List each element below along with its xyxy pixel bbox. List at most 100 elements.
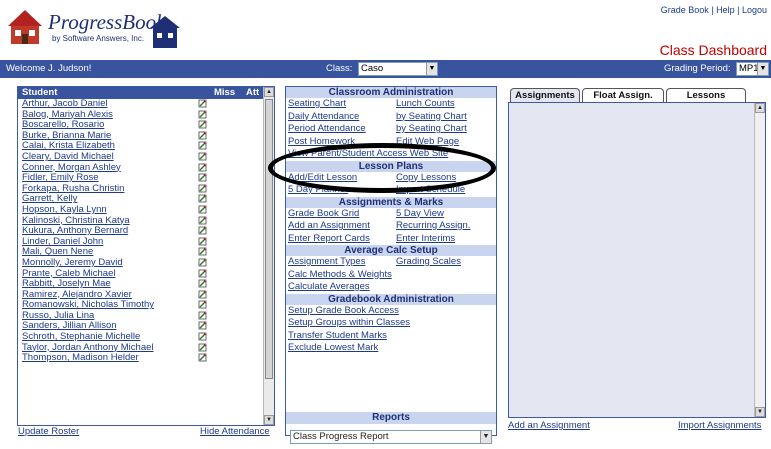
- student-name-link[interactable]: Monnolly, Jeremy David: [22, 257, 123, 269]
- pencil-icon[interactable]: [198, 173, 207, 182]
- classroom-admin-header: Classroom Administration: [286, 87, 496, 98]
- admin-link[interactable]: Setup Grade Book Access: [288, 305, 399, 318]
- pencil-icon[interactable]: [198, 247, 207, 256]
- add-assignment-link[interactable]: Add an Assignment: [508, 420, 590, 431]
- admin-link-row: Post Homework Edit Web Page: [286, 136, 496, 149]
- assignments-scrollbar[interactable]: ▲ ▼: [754, 103, 765, 417]
- pencil-icon[interactable]: [198, 269, 207, 278]
- scrollbar-thumb[interactable]: [265, 99, 273, 379]
- admin-link[interactable]: Lunch Counts: [396, 98, 455, 111]
- admin-link-row: Add/Edit Lesson Copy Lessons: [286, 172, 496, 185]
- admin-link-row: View Parent/Student Access Web Site: [286, 148, 496, 161]
- student-name-link[interactable]: Arthur, Jacob Daniel: [22, 98, 108, 110]
- scroll-up-icon[interactable]: ▲: [755, 103, 765, 113]
- admin-link[interactable]: Grading Scales: [396, 256, 461, 269]
- admin-link[interactable]: by Seating Chart: [396, 123, 467, 136]
- pencil-icon[interactable]: [198, 131, 207, 140]
- pencil-icon[interactable]: [198, 279, 207, 288]
- pencil-icon[interactable]: [198, 290, 207, 299]
- admin-link[interactable]: Post Homework: [288, 136, 355, 149]
- admin-link[interactable]: 5 Day Planner: [288, 184, 348, 197]
- student-column-header: Student: [22, 87, 58, 98]
- tab-float-assign[interactable]: Float Assign.: [582, 88, 664, 102]
- pencil-icon[interactable]: [198, 120, 207, 129]
- logout-link[interactable]: Logou: [742, 5, 767, 15]
- admin-link[interactable]: Add/Edit Lesson: [288, 172, 357, 185]
- class-select[interactable]: Caso ▼: [358, 62, 438, 76]
- admin-link-row: Setup Grade Book Access: [286, 305, 496, 318]
- scroll-down-icon[interactable]: ▼: [264, 415, 274, 425]
- pencil-icon[interactable]: [198, 311, 207, 320]
- admin-link[interactable]: by Seating Chart: [396, 111, 467, 124]
- scroll-up-icon[interactable]: ▲: [264, 87, 274, 97]
- student-name-link[interactable]: Cleary, David Michael: [22, 151, 114, 163]
- pencil-icon[interactable]: [198, 343, 207, 352]
- admin-link[interactable]: Import Schedule: [396, 184, 465, 197]
- schoolhouse-icon: [8, 10, 42, 44]
- admin-link-row: 5 Day Planner Import Schedule: [286, 184, 496, 197]
- student-name-link[interactable]: Thompson, Madison Helder: [22, 353, 139, 364]
- grading-period-label: Grading Period:: [664, 63, 731, 74]
- update-roster-link[interactable]: Update Roster: [18, 426, 79, 437]
- lesson-plans-links: Add/Edit Lesson Copy Lessons 5 Day Planner…: [286, 172, 496, 197]
- chevron-down-icon: ▼: [480, 431, 491, 443]
- pencil-icon[interactable]: [198, 184, 207, 193]
- pencil-icon[interactable]: [198, 332, 207, 341]
- hide-attendance-link[interactable]: Hide Attendance: [200, 426, 270, 437]
- admin-link[interactable]: Enter Interims: [396, 233, 455, 246]
- pencil-icon[interactable]: [198, 300, 207, 309]
- assignments-tab-body: ▲ ▼: [508, 102, 766, 418]
- admin-link[interactable]: Add an Assignment: [288, 220, 370, 233]
- pencil-icon[interactable]: [198, 258, 207, 267]
- admin-link-row: Transfer Student Marks: [286, 330, 496, 343]
- scroll-down-icon[interactable]: ▼: [755, 407, 765, 417]
- pencil-icon[interactable]: [198, 99, 207, 108]
- admin-link[interactable]: Edit Web Page: [396, 136, 459, 149]
- pencil-icon[interactable]: [198, 194, 207, 203]
- admin-link[interactable]: Seating Chart: [288, 98, 346, 111]
- pencil-icon[interactable]: [198, 237, 207, 246]
- admin-link-row: Calc Methods & Weights: [286, 269, 496, 282]
- class-label: Class:: [326, 63, 353, 74]
- admin-link-row: Assignment Types Grading Scales: [286, 256, 496, 269]
- admin-link[interactable]: Grade Book Grid: [288, 208, 359, 221]
- tab-lessons[interactable]: Lessons: [666, 88, 746, 102]
- admin-link[interactable]: Transfer Student Marks: [288, 330, 387, 343]
- admin-link[interactable]: Setup Groups within Classes: [288, 317, 410, 330]
- admin-link[interactable]: Exclude Lowest Mark: [288, 342, 378, 355]
- grading-period-select[interactable]: MP1 ▼: [736, 62, 769, 76]
- import-assignments-link[interactable]: Import Assignments: [678, 420, 761, 431]
- admin-link[interactable]: Daily Attendance: [288, 111, 359, 124]
- pencil-icon[interactable]: [198, 110, 207, 119]
- pencil-icon[interactable]: [198, 205, 207, 214]
- gradebook-link[interactable]: Grade Book: [661, 5, 709, 15]
- pencil-icon[interactable]: [198, 321, 207, 330]
- admin-link[interactable]: Period Attendance: [288, 123, 366, 136]
- admin-link[interactable]: Copy Lessons: [396, 172, 456, 185]
- help-link[interactable]: Help: [716, 5, 735, 15]
- roster-scrollbar[interactable]: ▲ ▼: [263, 87, 274, 425]
- admin-link[interactable]: Calculate Averages: [288, 281, 370, 294]
- book-icon: [150, 16, 180, 48]
- pencil-icon[interactable]: [198, 141, 207, 150]
- report-select[interactable]: Class Progress Report ▼: [290, 430, 492, 444]
- admin-link[interactable]: 5 Day View: [396, 208, 444, 221]
- admin-link[interactable]: Recurring Assign.: [396, 220, 470, 233]
- tab-assignments[interactable]: Assignments: [510, 88, 580, 102]
- admin-link[interactable]: Calc Methods & Weights: [288, 269, 392, 282]
- admin-link[interactable]: Enter Report Cards: [288, 233, 370, 246]
- report-select-value: Class Progress Report: [293, 431, 389, 442]
- admin-link[interactable]: View Parent/Student Access Web Site: [288, 148, 448, 161]
- pencil-icon[interactable]: [198, 216, 207, 225]
- table-row: Hopson, Kayla Lynn: [18, 204, 264, 216]
- chevron-down-icon: ▼: [426, 63, 437, 75]
- pencil-icon[interactable]: [198, 163, 207, 172]
- table-row: Arthur, Jacob Daniel: [18, 98, 264, 110]
- pencil-icon[interactable]: [198, 353, 207, 362]
- logo-subtitle: by Software Answers, Inc.: [52, 34, 145, 43]
- pencil-icon[interactable]: [198, 152, 207, 161]
- admin-link[interactable]: Assignment Types: [288, 256, 365, 269]
- lesson-plans-header: Lesson Plans: [286, 160, 496, 172]
- student-name-link[interactable]: Hopson, Kayla Lynn: [22, 204, 107, 216]
- pencil-icon[interactable]: [198, 226, 207, 235]
